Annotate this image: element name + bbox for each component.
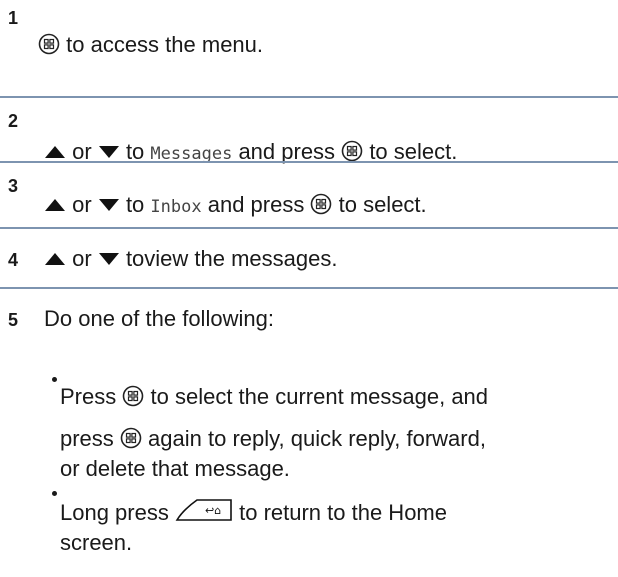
bullet-item: Press to select the current message, and… — [60, 382, 610, 490]
step-number: 2 — [8, 111, 19, 131]
bullet-text: again to reply, quick reply, forward, — [148, 426, 486, 451]
bullet-text: Press — [60, 384, 117, 409]
menu-ok-button-icon — [122, 385, 144, 407]
bullet-text: to return to the Home — [239, 500, 447, 525]
down-arrow-icon — [98, 244, 120, 265]
step-number: 5 — [8, 310, 19, 330]
menu-ok-button-icon — [341, 140, 363, 162]
bullet-item: Long press ↩⌂ to return to the Home scre… — [60, 498, 610, 574]
bullet-text: to select the current message, and — [150, 384, 489, 409]
bullet-text: screen. — [60, 530, 133, 555]
bullet-text: Long press — [60, 500, 169, 525]
down-arrow-icon — [98, 137, 120, 158]
up-arrow-icon — [44, 137, 66, 158]
to-text: to — [125, 192, 145, 217]
or-text: or — [72, 192, 92, 217]
svg-text:↩⌂: ↩⌂ — [205, 504, 221, 517]
menu-target: Inbox — [150, 197, 202, 217]
bullet-text: or delete that message. — [60, 456, 290, 481]
step-text: and press — [207, 192, 305, 217]
bullet-marker — [52, 377, 57, 382]
step-text: to access the menu. — [66, 32, 264, 57]
step-number: 4 — [8, 250, 19, 270]
step-text: to select. — [338, 192, 427, 217]
or-text: or — [72, 246, 92, 271]
up-arrow-icon — [44, 244, 66, 265]
back-home-button-icon: ↩⌂ — [175, 498, 233, 522]
bullet-text: press — [60, 426, 114, 451]
bullet-marker — [52, 491, 57, 496]
down-arrow-icon — [98, 190, 120, 211]
menu-ok-button-icon — [310, 193, 332, 215]
step-text: Do one of the following: — [44, 306, 274, 331]
divider — [0, 287, 618, 289]
step-text: toview the messages. — [125, 246, 338, 271]
menu-ok-button-icon — [120, 427, 142, 449]
menu-ok-button-icon — [38, 33, 60, 55]
step-number: 1 — [8, 8, 19, 28]
up-arrow-icon — [44, 190, 66, 211]
divider — [0, 227, 618, 229]
divider — [0, 161, 618, 163]
step-number: 3 — [8, 176, 19, 196]
divider — [0, 96, 618, 98]
